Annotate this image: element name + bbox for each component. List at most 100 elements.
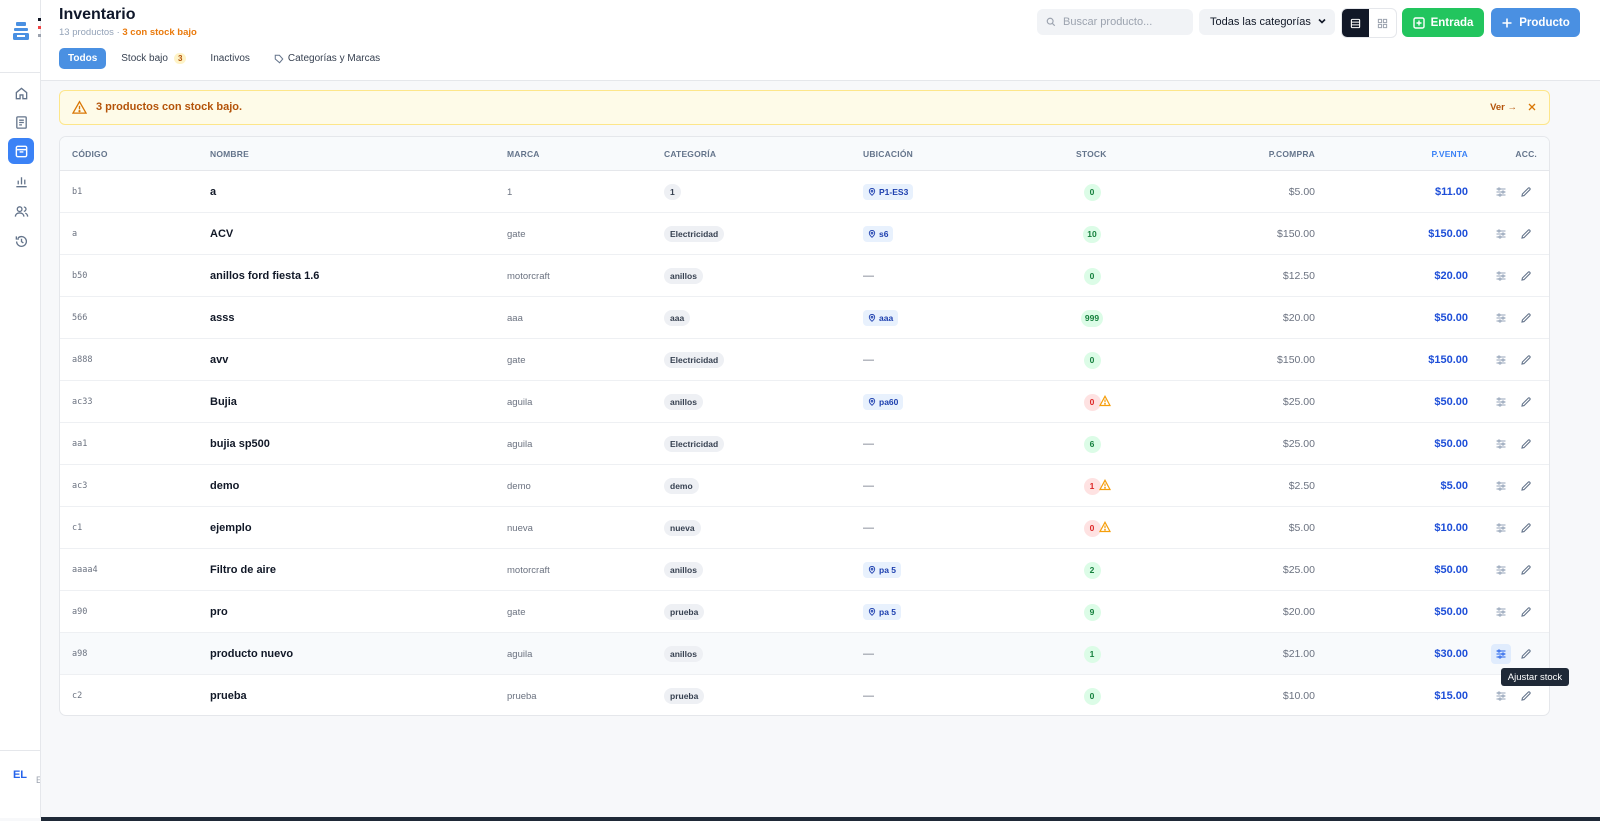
column-header-ubicacion[interactable]: UBICACIÓN (863, 149, 913, 159)
table-row[interactable]: a ACV gate Electricidad s6 10 $150.00 $150.00 (60, 213, 1549, 255)
adjust-stock-button[interactable] (1491, 182, 1511, 202)
edit-button[interactable] (1516, 350, 1536, 370)
add-product-button[interactable]: Producto (1491, 8, 1580, 37)
product-name[interactable]: a (210, 171, 216, 213)
product-name[interactable]: ACV (210, 213, 233, 255)
table-row[interactable]: 566 asss aaa aaa aaa 999 $20.00 $50.00 (60, 297, 1549, 339)
product-name[interactable]: prueba (210, 675, 247, 715)
location-badge: s6 (863, 226, 894, 242)
table-row[interactable]: b1 a 1 1 P1-ES3 0 $5.00 $11.00 (60, 171, 1549, 213)
edit-button[interactable] (1516, 224, 1536, 244)
edit-button[interactable] (1516, 518, 1536, 538)
product-name[interactable]: Bujia (210, 381, 237, 423)
column-header-stock[interactable]: STOCK (1076, 149, 1107, 159)
grid-view-button[interactable] (1369, 9, 1396, 37)
column-header-precio-venta[interactable]: P.VENTA (1431, 149, 1468, 159)
table-row[interactable]: a98 producto nuevo aguila anillos — 1 $21.00 $3… (60, 633, 1549, 675)
product-name[interactable]: avv (210, 339, 228, 381)
adjust-stock-button[interactable] (1491, 224, 1511, 244)
list-view-button[interactable] (1342, 9, 1369, 37)
product-brand: nueva (507, 522, 533, 534)
sale-price: $50.00 (1434, 606, 1468, 618)
product-name[interactable]: ejemplo (210, 507, 252, 549)
adjust-stock-button[interactable] (1491, 266, 1511, 286)
location-badge: pa 5 (863, 562, 902, 578)
adjust-stock-button[interactable] (1491, 686, 1511, 706)
column-header-precio-compra[interactable]: P.COMPRA (1269, 149, 1315, 159)
purchase-price: $5.00 (1288, 522, 1315, 534)
purchase-price: $25.00 (1282, 438, 1315, 450)
table-row[interactable]: b50 anillos ford fiesta 1.6 motorcraft anil… (60, 255, 1549, 297)
table-row[interactable]: ac33 Bujia aguila anillos pa60 0 $25.00 $50.00 (60, 381, 1549, 423)
sidebar-item-home[interactable] (10, 82, 32, 104)
search-box[interactable] (1037, 9, 1193, 35)
table-row[interactable]: a90 pro gate prueba pa 5 9 $20.00 $50.00 (60, 591, 1549, 633)
edit-button[interactable] (1516, 644, 1536, 664)
adjust-stock-button[interactable] (1491, 518, 1511, 538)
table-row[interactable]: aa1 bujia sp500 aguila Electricidad — 6 $25.00… (60, 423, 1549, 465)
edit-button[interactable] (1516, 392, 1536, 412)
tab-stock-bajo[interactable]: Stock bajo 3 (112, 48, 195, 69)
adjust-stock-button[interactable] (1491, 308, 1511, 328)
column-header-categoria[interactable]: CATEGORÍA (664, 149, 716, 159)
adjust-stock-button[interactable] (1491, 350, 1511, 370)
close-icon[interactable] (1527, 102, 1537, 112)
table-row[interactable]: c1 ejemplo nueva nueva — 0 $5.00 $10.00 (60, 507, 1549, 549)
category-select[interactable]: Todas las categorías (1199, 9, 1335, 35)
edit-pencil-icon (1521, 691, 1531, 701)
column-header-nombre[interactable]: NOMBRE (210, 149, 249, 159)
alert-view-link[interactable]: Ver → (1490, 102, 1517, 113)
adjust-stock-button[interactable] (1491, 602, 1511, 622)
edit-button[interactable] (1516, 308, 1536, 328)
location-text: aaa (879, 313, 894, 323)
tab-todos[interactable]: Todos (59, 48, 107, 69)
edit-button[interactable] (1516, 182, 1536, 202)
entrada-button[interactable]: Entrada (1402, 8, 1484, 37)
edit-button[interactable] (1516, 266, 1536, 286)
stock-badge: 9 (1083, 603, 1101, 621)
adjust-stock-button[interactable] (1491, 644, 1511, 664)
product-brand: gate (507, 354, 526, 366)
product-name[interactable]: asss (210, 297, 234, 339)
column-header-marca[interactable]: MARCA (507, 149, 540, 159)
edit-button[interactable] (1516, 560, 1536, 580)
product-name[interactable]: bujia sp500 (210, 423, 270, 465)
column-header-codigo[interactable]: CÓDIGO (72, 149, 108, 159)
table-row[interactable]: a888 avv gate Electricidad — 0 $150.00 $150.00 (60, 339, 1549, 381)
product-name[interactable]: anillos ford fiesta 1.6 (210, 255, 319, 297)
adjust-stock-button[interactable] (1491, 434, 1511, 454)
tab-categorias-marcas[interactable]: Categorías y Marcas (265, 48, 389, 69)
edit-button[interactable] (1516, 602, 1536, 622)
edit-button[interactable] (1516, 476, 1536, 496)
edit-button[interactable] (1516, 686, 1536, 706)
product-name[interactable]: demo (210, 465, 239, 507)
product-name[interactable]: producto nuevo (210, 633, 293, 675)
purchase-price: $25.00 (1282, 564, 1315, 576)
adjust-stock-button[interactable] (1491, 476, 1511, 496)
avatar[interactable]: EL (9, 766, 31, 784)
sidebar-item-reports[interactable] (10, 170, 32, 192)
page-subtitle: 13 productos · 3 con stock bajo (59, 27, 197, 38)
product-name[interactable]: Filtro de aire (210, 549, 276, 591)
adjust-stock-button[interactable] (1491, 560, 1511, 580)
stock-badge: 6 (1083, 435, 1101, 453)
table-row[interactable]: aaaa4 Filtro de aire motorcraft anillos pa 5… (60, 549, 1549, 591)
inventory-box-icon (15, 145, 27, 157)
window-bottom-edge (41, 817, 1600, 821)
sidebar-item-history[interactable] (10, 230, 32, 252)
inventory-table: CÓDIGO NOMBRE MARCA CATEGORÍA UBICACIÓN … (59, 136, 1550, 716)
sale-price: $15.00 (1434, 690, 1468, 702)
sidebar-item-inventory[interactable] (8, 138, 34, 164)
sale-price: $50.00 (1434, 564, 1468, 576)
adjust-stock-button[interactable] (1491, 392, 1511, 412)
table-row[interactable]: c2 prueba prueba prueba — 0 $10.00 $15.00 (60, 675, 1549, 715)
sidebar-item-sales[interactable] (10, 111, 32, 133)
table-row[interactable]: ac3 demo demo demo — 1 $2.50 $5.00 (60, 465, 1549, 507)
location-badge: pa 5 (863, 604, 902, 620)
sidebar-item-users[interactable] (10, 200, 32, 222)
product-name[interactable]: pro (210, 591, 228, 633)
edit-button[interactable] (1516, 434, 1536, 454)
location-badge: pa60 (863, 394, 904, 410)
search-input[interactable] (1063, 16, 1183, 28)
tab-inactivos[interactable]: Inactivos (201, 48, 258, 69)
